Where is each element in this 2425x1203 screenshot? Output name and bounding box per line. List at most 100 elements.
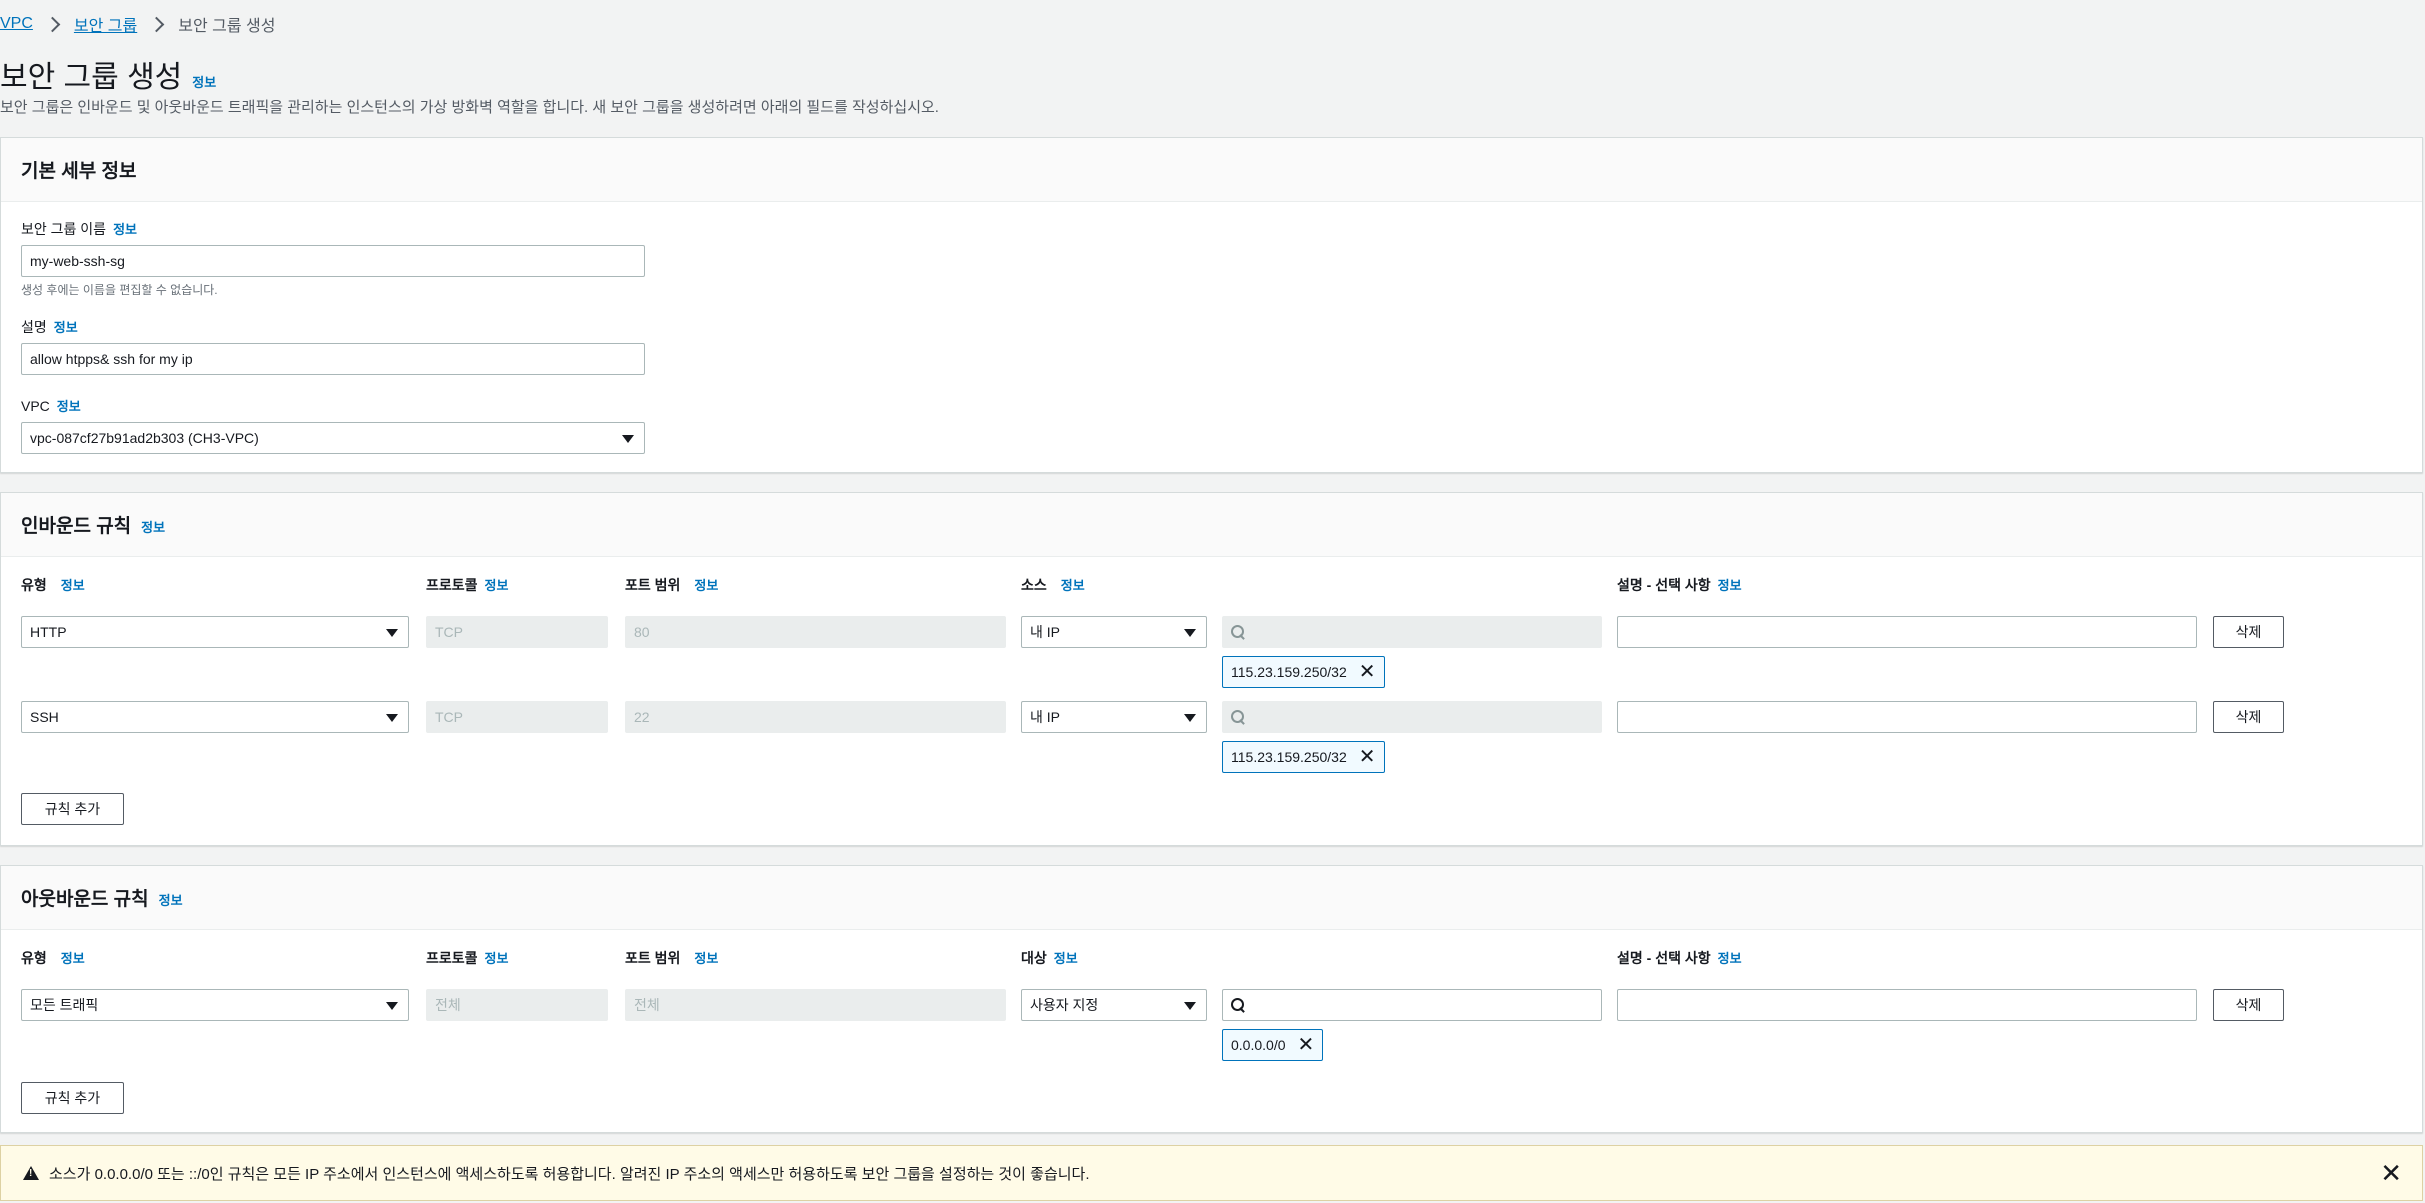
breadcrumb-security-groups-link[interactable]: 보안 그룹	[74, 12, 137, 36]
outbound-col-desc: 설명 - 선택 사항 정보	[1617, 948, 1742, 968]
outbound-col-dest-text: 대상	[1021, 950, 1047, 966]
basic-details-panel: 기본 세부 정보 보안 그룹 이름 정보 생성 후에는 이름을 편집할 수 없습…	[0, 137, 2423, 473]
inbound-rule-1-port: 80	[625, 616, 1006, 648]
inbound-col-source-text: 소스	[1021, 577, 1047, 593]
caret-down-icon	[386, 714, 398, 722]
inbound-rule-1-description-input[interactable]	[1617, 616, 2197, 648]
inbound-desc-info-link[interactable]: 정보	[1718, 575, 1742, 594]
inbound-rules-panel: 인바운드 규칙 정보 유형 정보 프로토콜 정보 포트 범위 정보 소스 정보 …	[0, 492, 2423, 846]
inbound-info-link[interactable]: 정보	[141, 517, 165, 536]
inbound-rule-2-token-text: 115.23.159.250/32	[1231, 749, 1347, 765]
outbound-col-type: 유형 정보	[21, 948, 85, 968]
sg-name-label: 보안 그룹 이름 정보	[21, 219, 137, 239]
outbound-col-dest: 대상 정보	[1021, 948, 1078, 968]
outbound-rule-1-token-text: 0.0.0.0/0	[1231, 1037, 1286, 1053]
inbound-col-protocol-text: 프로토콜	[426, 577, 478, 593]
search-icon	[1231, 997, 1246, 1013]
outbound-rules-title: 아웃바운드 규칙 정보	[21, 884, 183, 911]
outbound-rule-1-dest-search[interactable]	[1222, 989, 1602, 1021]
inbound-rule-2-type-select[interactable]: SSH	[21, 701, 409, 733]
inbound-type-info-link[interactable]: 정보	[61, 575, 85, 594]
vpc-info-link[interactable]: 정보	[57, 396, 81, 415]
remove-token-icon[interactable]: ✕	[1359, 662, 1376, 682]
inbound-rule-2-source-token: 115.23.159.250/32 ✕	[1222, 741, 1385, 773]
inbound-rule-1-source-select[interactable]: 내 IP	[1021, 616, 1207, 648]
search-icon	[1231, 624, 1246, 640]
outbound-protocol-info-link[interactable]: 정보	[485, 948, 509, 967]
basic-details-header: 기본 세부 정보	[1, 138, 2422, 202]
outbound-info-link[interactable]: 정보	[159, 890, 183, 909]
outbound-rule-1-protocol: 전체	[426, 989, 608, 1021]
description-label-text: 설명	[21, 319, 47, 335]
inbound-col-type: 유형 정보	[21, 575, 85, 595]
outbound-rule-1-dest-select[interactable]: 사용자 지정	[1021, 989, 1207, 1021]
inbound-rule-2-description-input[interactable]	[1617, 701, 2197, 733]
inbound-rules-title-text: 인바운드 규칙	[21, 516, 132, 537]
remove-token-icon[interactable]: ✕	[1359, 747, 1376, 767]
inbound-rule-1-type-value: HTTP	[30, 624, 67, 640]
outbound-rules-panel: 아웃바운드 규칙 정보 유형 정보 프로토콜 정보 포트 범위 정보 대상 정보…	[0, 865, 2423, 1133]
page-title-text: 보안 그룹 생성	[0, 61, 183, 94]
caret-down-icon	[386, 1002, 398, 1010]
search-icon	[1231, 709, 1246, 725]
inbound-rule-1-token-text: 115.23.159.250/32	[1231, 664, 1347, 680]
caret-down-icon	[386, 629, 398, 637]
description-info-link[interactable]: 정보	[54, 317, 78, 336]
outbound-col-protocol-text: 프로토콜	[426, 950, 478, 966]
breadcrumb: VPC 보안 그룹 보안 그룹 생성	[0, 13, 275, 35]
page-info-link[interactable]: 정보	[192, 72, 216, 91]
chevron-right-icon	[44, 16, 61, 32]
inbound-rule-2-source-select[interactable]: 내 IP	[1021, 701, 1207, 733]
sg-name-label-text: 보안 그룹 이름	[21, 221, 107, 237]
inbound-col-desc: 설명 - 선택 사항 정보	[1617, 575, 1742, 595]
outbound-rules-title-text: 아웃바운드 규칙	[21, 889, 149, 910]
inbound-rule-1-delete-button[interactable]: 삭제	[2213, 616, 2284, 648]
inbound-rule-2-source-value: 내 IP	[1030, 709, 1060, 725]
inbound-add-rule-button[interactable]: 규칙 추가	[21, 793, 124, 825]
inbound-rule-2-type-value: SSH	[30, 709, 59, 725]
inbound-rule-1-protocol: TCP	[426, 616, 608, 648]
outbound-rule-1-description-input[interactable]	[1617, 989, 2197, 1021]
inbound-rule-2-delete-button[interactable]: 삭제	[2213, 701, 2284, 733]
description-input[interactable]	[21, 343, 645, 375]
outbound-col-port: 포트 범위 정보	[625, 948, 718, 968]
inbound-col-protocol: 프로토콜 정보	[426, 575, 508, 595]
basic-details-title-text: 기본 세부 정보	[21, 161, 137, 182]
outbound-rule-1-type-select[interactable]: 모든 트래픽	[21, 989, 409, 1021]
warning-banner: 소스가 0.0.0.0/0 또는 ::/0인 규칙은 모든 IP 주소에서 인스…	[0, 1145, 2423, 1201]
outbound-dest-info-link[interactable]: 정보	[1054, 948, 1078, 967]
outbound-rule-1-dest-value: 사용자 지정	[1030, 997, 1099, 1013]
outbound-col-port-text: 포트 범위	[625, 950, 681, 966]
vpc-select[interactable]: vpc-087cf27b91ad2b303 (CH3-VPC)	[21, 422, 645, 454]
vpc-label: VPC 정보	[21, 396, 81, 415]
inbound-protocol-info-link[interactable]: 정보	[485, 575, 509, 594]
breadcrumb-current: 보안 그룹 생성	[178, 18, 276, 35]
sg-name-input[interactable]	[21, 245, 645, 277]
outbound-port-info-link[interactable]: 정보	[694, 948, 718, 967]
outbound-add-rule-button[interactable]: 규칙 추가	[21, 1082, 124, 1114]
page-description: 보안 그룹은 인바운드 및 아웃바운드 트래픽을 관리하는 인스턴스의 가상 방…	[0, 99, 939, 116]
sg-name-info-link[interactable]: 정보	[113, 219, 137, 238]
outbound-rule-1-delete-button[interactable]: 삭제	[2213, 989, 2284, 1021]
close-icon[interactable]: ✕	[2380, 1160, 2402, 1186]
inbound-rule-1-source-token: 115.23.159.250/32 ✕	[1222, 656, 1385, 688]
inbound-source-info-link[interactable]: 정보	[1061, 575, 1085, 594]
inbound-port-info-link[interactable]: 정보	[694, 575, 718, 594]
warning-icon	[23, 1166, 39, 1180]
basic-details-title: 기본 세부 정보	[21, 156, 136, 183]
inbound-col-type-text: 유형	[21, 577, 47, 593]
remove-token-icon[interactable]: ✕	[1298, 1035, 1315, 1055]
outbound-type-info-link[interactable]: 정보	[61, 948, 85, 967]
outbound-rules-header: 아웃바운드 규칙 정보	[1, 866, 2422, 930]
inbound-rule-1-type-select[interactable]: HTTP	[21, 616, 409, 648]
breadcrumb-vpc-link[interactable]: VPC	[0, 15, 33, 33]
inbound-col-port-text: 포트 범위	[625, 577, 681, 593]
sg-name-hint: 생성 후에는 이름을 편집할 수 없습니다.	[21, 283, 218, 297]
caret-down-icon	[622, 435, 634, 443]
inbound-rules-title: 인바운드 규칙 정보	[21, 511, 165, 538]
outbound-col-desc-text: 설명 - 선택 사항	[1617, 950, 1711, 966]
outbound-desc-info-link[interactable]: 정보	[1718, 948, 1742, 967]
inbound-rule-2-protocol: TCP	[426, 701, 608, 733]
inbound-col-desc-text: 설명 - 선택 사항	[1617, 577, 1711, 593]
warning-text: 소스가 0.0.0.0/0 또는 ::/0인 규칙은 모든 IP 주소에서 인스…	[49, 1165, 1090, 1183]
